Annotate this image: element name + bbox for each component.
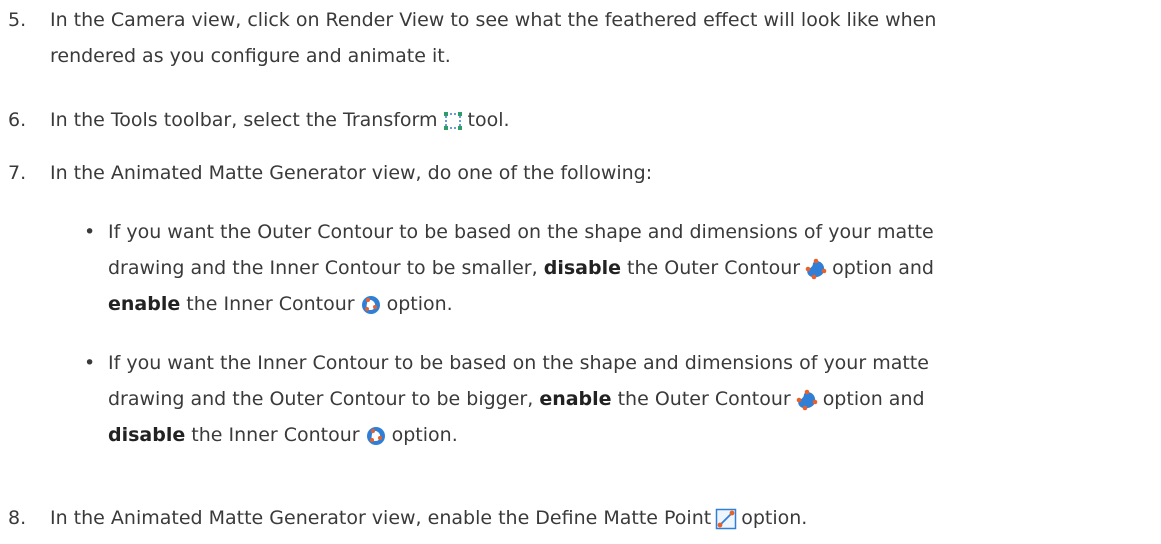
transform-tool-icon [442, 110, 464, 132]
inner-contour-icon [364, 425, 388, 447]
outer-contour-icon [804, 258, 828, 280]
keyword-enable: enable [539, 388, 612, 410]
step-number: 8. [8, 507, 27, 529]
step-7: 7. In the Animated Matte Generator view, … [8, 155, 1148, 191]
step-text-before: In the Animated Matte Generator view, en… [50, 507, 712, 529]
define-matte-point-icon [715, 508, 737, 530]
outer-contour-icon [795, 389, 819, 411]
bullet-text: option. [391, 424, 458, 446]
step-text: In the Animated Matte Generator view, do… [50, 162, 653, 184]
keyword-disable: disable [108, 424, 186, 446]
bullet-text: the Outer Contour [627, 257, 801, 279]
bullet-marker: • [84, 221, 96, 243]
step-text-after: tool. [467, 109, 510, 131]
bullet-item-2: • If you want the Inner Contour to be ba… [84, 345, 1154, 453]
step-text-before: In the Tools toolbar, select the Transfo… [50, 109, 438, 131]
bullet-text-line1: If you want the Outer Contour to be base… [108, 221, 934, 243]
bullet-text: option and [832, 257, 934, 279]
keyword-enable: enable [108, 293, 181, 315]
bullet-text: the Outer Contour [617, 388, 791, 410]
bullet-text: option. [386, 293, 453, 315]
step-text-line1: In the Camera view, click on Render View… [50, 9, 937, 31]
bullet-item-1: • If you want the Outer Contour to be ba… [84, 214, 1154, 322]
bullet-text: the Inner Contour [186, 293, 355, 315]
keyword-disable: disable [543, 257, 621, 279]
bullet-text-line1: If you want the Inner Contour to be base… [108, 352, 929, 374]
step-5: 5. In the Camera view, click on Render Vi… [8, 2, 1148, 74]
step-6: 6. In the Tools toolbar, select the Trans… [8, 102, 1148, 138]
step-number: 5. [8, 9, 27, 31]
bullet-text-line2: drawing and the Inner Contour to be smal… [108, 257, 538, 279]
bullet-text: option and [822, 388, 925, 410]
bullet-text-line2: drawing and the Outer Contour to be bigg… [108, 388, 534, 410]
step-8: 8. In the Animated Matte Generator view, … [8, 500, 1148, 536]
bullet-marker: • [84, 352, 96, 374]
step-number: 7. [8, 162, 27, 184]
inner-contour-icon [359, 294, 383, 316]
step-text-line2: rendered as you configure and animate it… [50, 45, 451, 67]
step-text-after: option. [741, 507, 808, 529]
bullet-text: the Inner Contour [191, 424, 360, 446]
step-number: 6. [8, 109, 27, 131]
